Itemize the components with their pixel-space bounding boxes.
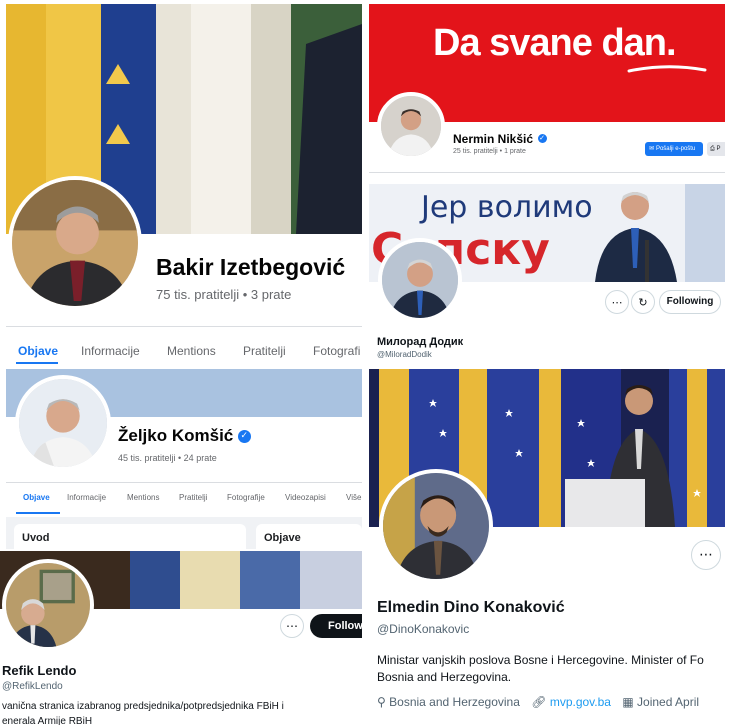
objave-card: Objave <box>256 524 362 549</box>
refik-bio-line-1: vanična stranica izabranog predsjednika/… <box>2 701 284 712</box>
konakovic-bio-line-1: Ministar vanjskih poslova Bosne i Herceg… <box>377 653 704 667</box>
bakir-divider <box>6 326 362 327</box>
dodik-cover-figure <box>595 184 725 282</box>
tab-pratitelji[interactable]: Pratitelji <box>179 493 207 502</box>
dodik-banner-text-1: Јер волимо <box>421 190 593 225</box>
tab-videozapisi[interactable]: Videozapisi <box>285 493 326 502</box>
mail-icon: ✉ <box>649 145 656 152</box>
konakovic-bio-line-2: Bosnia and Herzegovina. <box>377 670 512 684</box>
bakir-profile-panel: Bakir Izetbegović 75 tis. pratitelji • 3… <box>6 4 362 364</box>
niksic-print-label: P <box>716 146 721 152</box>
tab-fotografije[interactable]: Fotografije <box>227 493 265 502</box>
konakovic-profile-panel: ⋯ Elmedin Dino Konaković @DinoKonakovic … <box>369 369 725 725</box>
konakovic-location: Bosnia and Herzegovina <box>389 695 520 709</box>
zeljko-stats: 45 tis. pratitelji • 24 prate <box>118 453 217 463</box>
dodik-avatar[interactable] <box>378 238 462 322</box>
konakovic-avatar[interactable] <box>379 469 493 583</box>
refik-handle: @RefikLendo <box>2 681 63 692</box>
tab-objave-underline <box>16 512 60 514</box>
refik-bio-line-2: enerala Armije RBiH <box>2 716 93 725</box>
bakir-avatar[interactable] <box>8 176 142 310</box>
refik-more-button[interactable]: ⋯ <box>280 614 304 638</box>
niksic-stats: 25 tis. pratitelji • 1 prate <box>453 148 526 155</box>
refresh-bell-icon: ↻ <box>638 295 648 309</box>
konakovic-joined: Joined April <box>637 695 700 709</box>
zeljko-avatar[interactable] <box>15 375 111 471</box>
dodik-profile-panel: Јер волимо Српску ⋯ ↻ Following Милорад … <box>369 184 725 364</box>
zeljko-profile-panel: Željko Komšić ✓ 45 tis. pratitelji • 24 … <box>6 369 362 549</box>
konakovic-more-button[interactable]: ⋯ <box>691 540 721 570</box>
konakovic-handle: @DinoKonakovic <box>377 622 470 636</box>
zeljko-name-row: Željko Komšić ✓ <box>118 426 251 446</box>
refik-name: Refik Lendo <box>2 663 77 678</box>
dodik-handle: @MiloradDodik <box>377 350 432 359</box>
niksic-avatar[interactable] <box>377 92 445 160</box>
dodik-subscribe-button[interactable]: ↻ <box>631 290 655 314</box>
tab-mentions[interactable]: Mentions <box>167 344 216 358</box>
tab-vise[interactable]: Više <box>346 493 361 502</box>
uvod-card-title: Uvod <box>22 532 50 544</box>
calendar-icon: ▦ <box>622 695 634 709</box>
tab-informacije[interactable]: Informacije <box>81 344 140 358</box>
konakovic-meta-row: ⚲ Bosnia and Herzegovina 🔗︎ mvp.gov.ba ▦… <box>377 695 699 709</box>
konakovic-website-link[interactable]: mvp.gov.ba <box>550 695 611 709</box>
tab-pratitelji[interactable]: Pratitelji <box>243 344 286 358</box>
verified-badge-icon: ✓ <box>237 430 251 444</box>
refik-avatar[interactable] <box>2 559 94 651</box>
niksic-email-button[interactable]: ✉ Pošalji e-poštu <box>645 142 703 156</box>
niksic-name: Nermin Nikšić <box>453 132 534 146</box>
tab-fotografi[interactable]: Fotografi <box>313 344 360 358</box>
tab-objave[interactable]: Objave <box>23 493 50 502</box>
printer-icon: ⎙ <box>710 145 715 152</box>
tab-mentions[interactable]: Mentions <box>127 493 159 502</box>
zeljko-name: Željko Komšić <box>118 426 234 445</box>
dodik-following-button[interactable]: Following <box>659 290 721 314</box>
location-pin-icon: ⚲ <box>377 695 386 709</box>
refik-follow-button[interactable]: Follow <box>310 614 362 638</box>
niksic-name-row: Nermin Nikšić ✓ <box>453 130 547 148</box>
niksic-email-label: Pošalji e-poštu <box>655 146 696 152</box>
uvod-card: Uvod <box>14 524 246 549</box>
tab-objave-underline <box>16 362 58 364</box>
niksic-banner-slogan: Da svane dan. <box>433 22 677 64</box>
niksic-print-button[interactable]: ⎙ P <box>707 142 725 156</box>
niksic-banner-swoosh-icon <box>627 65 707 73</box>
niksic-profile-panel: Da svane dan. Nermin Nikšić ✓ 25 tis. pr… <box>369 4 725 182</box>
bakir-name: Bakir Izetbegović <box>156 254 346 280</box>
konakovic-name: Elmedin Dino Konaković <box>377 599 565 616</box>
dodik-more-button[interactable]: ⋯ <box>605 290 629 314</box>
link-icon: 🔗︎ <box>531 695 547 709</box>
tab-informacije[interactable]: Informacije <box>67 493 106 502</box>
verified-badge-icon: ✓ <box>537 134 547 144</box>
tab-objave[interactable]: Objave <box>18 344 58 358</box>
bakir-stats: 75 tis. pratitelji • 3 prate <box>156 287 292 302</box>
niksic-divider <box>369 172 725 173</box>
objave-card-title: Objave <box>264 532 301 544</box>
dodik-name: Милорад Додик <box>377 336 464 348</box>
refik-profile-panel: ⋯ Follow Refik Lendo @RefikLendo vanična… <box>0 551 362 725</box>
